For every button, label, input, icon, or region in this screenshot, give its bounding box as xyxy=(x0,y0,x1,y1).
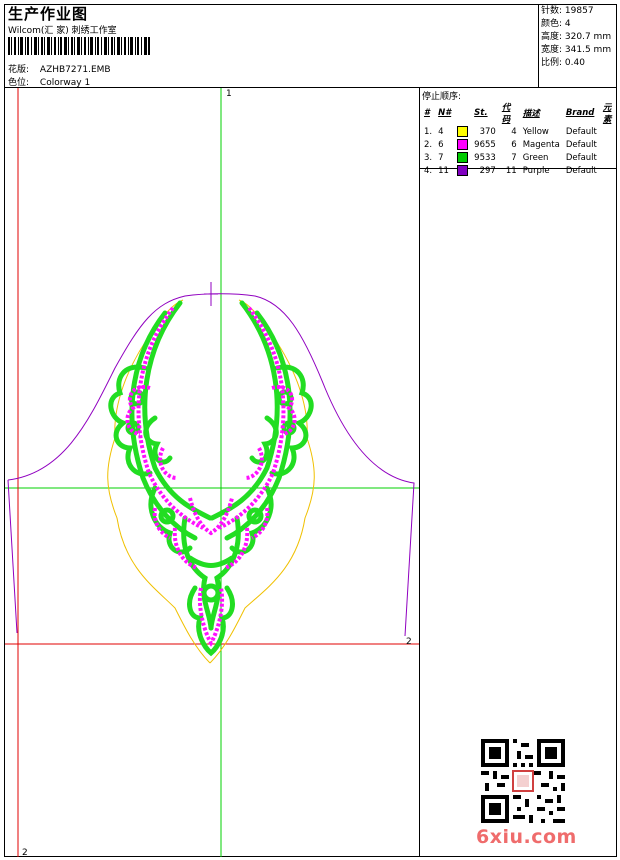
stat-width: 宽度: 341.5 mm xyxy=(541,45,612,55)
stop-index: 1. xyxy=(424,126,433,137)
studio-name: Wilcom(汇 家) 刺绣工作室 xyxy=(8,26,117,36)
color-swatch xyxy=(457,139,469,150)
color-swatch xyxy=(457,152,469,163)
stop-desc: Purple xyxy=(522,165,550,176)
stop-stitches: 9533 xyxy=(474,152,496,163)
stop-sequence-table: # N# St. 代码 描述 Brand 元素 1. 4 370 4 Yellow Def… xyxy=(421,101,620,177)
stop-index: 4. xyxy=(424,165,433,176)
swatch xyxy=(454,164,471,177)
stop-code: 7 xyxy=(511,152,517,163)
stop-stitches: 297 xyxy=(479,165,496,176)
swatch xyxy=(454,151,471,164)
page-title: 生产作业图 xyxy=(8,5,89,23)
stop-stitches: 370 xyxy=(479,126,496,137)
stats-divider xyxy=(538,4,539,87)
barcode xyxy=(8,37,150,55)
stat-colors: 颜色: 4 xyxy=(541,19,571,29)
green-embroidery xyxy=(108,300,314,657)
table-header-row: # N# St. 代码 描述 Brand 元素 xyxy=(424,103,612,125)
stop-needle: 6 xyxy=(438,139,444,150)
stop-code: 11 xyxy=(505,165,517,176)
stop-index: 3. xyxy=(424,152,433,163)
marker-top: 1 xyxy=(226,89,232,99)
marker-right: 2 xyxy=(406,637,412,647)
stop-brand: Default xyxy=(565,165,597,176)
stop-desc: Green xyxy=(522,152,549,163)
watermark-site: 6xiu.com xyxy=(476,826,577,848)
stop-needle: 11 xyxy=(438,165,449,176)
pattern-value: AZHB7271.EMB xyxy=(39,65,111,75)
table-row: 3. 7 9533 7 Green Default xyxy=(421,151,620,164)
table-row: 1. 4 370 4 Yellow Default xyxy=(421,125,620,138)
stop-index: 2. xyxy=(424,139,433,150)
stats-block: 针数: 19857 颜色: 4 高度: 320.7 mm 宽度: 341.5 m… xyxy=(541,5,611,70)
design-canvas: 1 2 2 xyxy=(5,88,419,857)
stop-desc: Magenta xyxy=(522,139,560,150)
stop-code: 4 xyxy=(511,126,517,137)
stop-needle: 4 xyxy=(438,126,444,137)
table-row: 2. 6 9655 6 Magenta Default xyxy=(421,138,620,151)
color-swatch xyxy=(457,165,469,176)
table-row: 4. 11 297 11 Purple Default xyxy=(421,164,620,177)
stop-brand: Default xyxy=(565,139,597,150)
stop-element xyxy=(600,164,620,177)
stat-scale: 比例: 0.40 xyxy=(541,58,585,68)
stop-code: 6 xyxy=(511,139,517,150)
color-swatch xyxy=(457,126,469,137)
stop-brand: Default xyxy=(565,152,597,163)
pattern-row: 花版: AZHB7271.EMB xyxy=(8,62,111,75)
pattern-label: 花版: xyxy=(8,65,30,75)
stop-brand: Default xyxy=(565,126,597,137)
side-divider xyxy=(419,87,420,857)
stat-height: 高度: 320.7 mm xyxy=(541,32,612,42)
stop-needle: 7 xyxy=(438,152,444,163)
stop-element xyxy=(600,125,620,138)
stop-stitches: 9655 xyxy=(474,139,496,150)
stop-element xyxy=(600,138,620,151)
stop-element xyxy=(600,151,620,164)
swatch xyxy=(454,138,471,151)
stat-stitches: 针数: 19857 xyxy=(541,6,594,16)
qr-code xyxy=(481,739,565,823)
stop-desc: Yellow xyxy=(522,126,549,137)
marker-bottom: 2 xyxy=(22,848,28,857)
swatch xyxy=(454,125,471,138)
yellow-outline xyxy=(107,299,315,664)
